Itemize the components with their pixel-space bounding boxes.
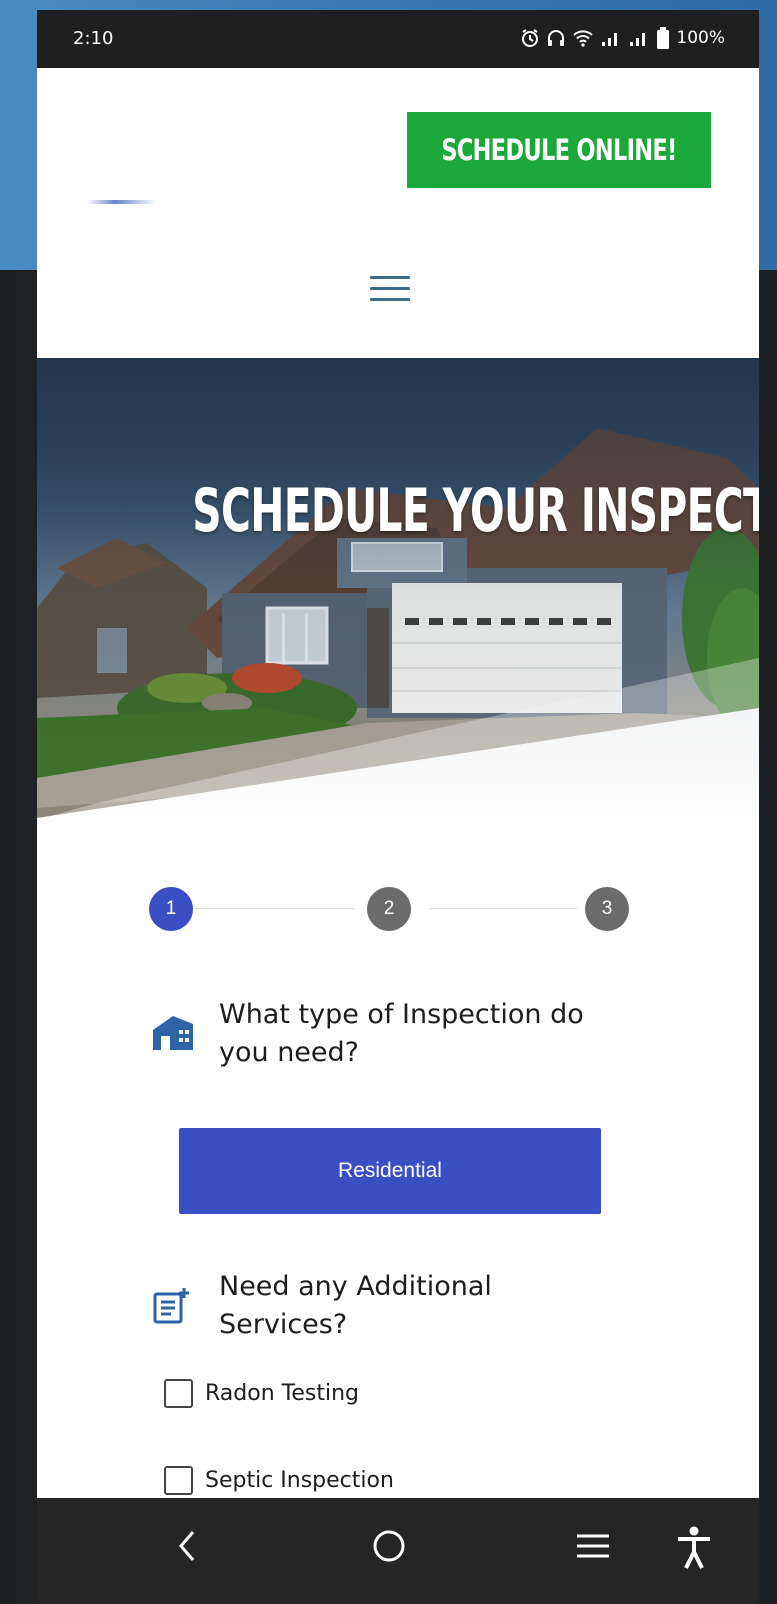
step-connector [195, 908, 355, 909]
status-bar: 2:10 100% [37, 10, 759, 68]
house-photo [37, 358, 759, 828]
step-connector [429, 908, 577, 909]
phone-screen: 2:10 100% SCHEDULE ONLINE! SCHEDULE YOUR… [37, 10, 759, 1604]
schedule-online-label: SCHEDULE ONLINE! [441, 133, 677, 167]
home-icon[interactable] [369, 1526, 409, 1571]
septic-inspection-checkbox[interactable] [164, 1466, 193, 1495]
battery-percent: 100% [676, 28, 725, 48]
step-indicator: 1 2 3 [37, 883, 759, 933]
accessibility-icon[interactable] [674, 1526, 714, 1575]
hamburger-line [370, 297, 410, 301]
question-additional-services-text: Need any Additional Services? [219, 1271, 492, 1340]
house-icon [151, 1012, 195, 1057]
add-list-icon [151, 1286, 191, 1331]
hamburger-icon[interactable] [370, 270, 410, 306]
wifi-icon [572, 28, 594, 48]
signal-icon [628, 28, 650, 48]
alarm-icon [520, 28, 540, 48]
hero-title: SCHEDULE YOUR INSPECTION [37, 476, 759, 546]
logo[interactable] [87, 200, 157, 204]
step-1[interactable]: 1 [149, 887, 193, 931]
hamburger-line [370, 275, 410, 279]
inspection-form: 1 2 3 What type of Inspection do you nee… [37, 828, 759, 1508]
service-radon-testing[interactable]: Radon Testing [164, 1379, 359, 1408]
status-time: 2:10 [73, 28, 114, 49]
hamburger-line [370, 286, 410, 290]
question-inspection-type-text: What type of Inspection do you need? [219, 999, 584, 1068]
headphones-icon [546, 28, 566, 48]
status-icons: 100% [520, 24, 725, 52]
step-3[interactable]: 3 [585, 887, 629, 931]
hero-title-text: SCHEDULE YOUR INSPECTION [192, 476, 759, 546]
recents-icon[interactable] [573, 1526, 613, 1571]
hero-banner: SCHEDULE YOUR INSPECTION [37, 358, 759, 828]
back-icon[interactable] [175, 1526, 199, 1571]
septic-inspection-label: Septic Inspection [205, 1468, 394, 1493]
service-septic-inspection[interactable]: Septic Inspection [164, 1466, 394, 1495]
signal-icon [600, 28, 622, 48]
residential-option-button[interactable]: Residential [179, 1128, 601, 1214]
step-2[interactable]: 2 [367, 887, 411, 931]
site-header: SCHEDULE ONLINE! [37, 68, 759, 358]
battery-icon [656, 27, 670, 49]
radon-testing-label: Radon Testing [205, 1381, 359, 1406]
radon-testing-checkbox[interactable] [164, 1379, 193, 1408]
system-nav-bar [37, 1498, 759, 1604]
schedule-online-button[interactable]: SCHEDULE ONLINE! [407, 112, 711, 188]
